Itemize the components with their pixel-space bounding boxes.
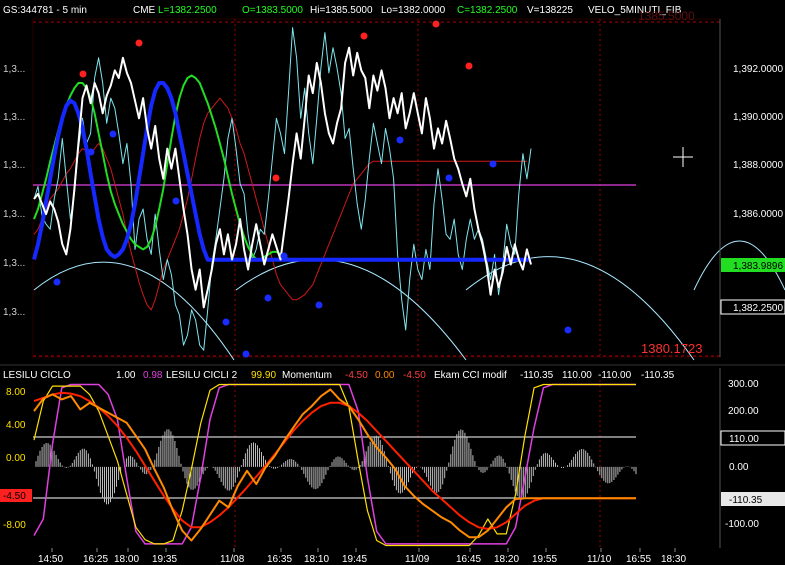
- signal-dot: [489, 160, 497, 168]
- study1-name: LESILU CICLO: [3, 370, 71, 381]
- time-tick-label: 14:50: [38, 554, 63, 565]
- osc-left-tick: 4.00: [6, 420, 26, 431]
- signal-dot: [445, 174, 453, 182]
- osc-left-tick: 8.00: [6, 387, 26, 398]
- time-tick-label: 19:45: [342, 554, 367, 565]
- cci-lower-label: -110.35: [729, 495, 763, 506]
- signal-dot: [135, 39, 143, 47]
- study3-value2: 0.00: [375, 370, 395, 381]
- cci-tick: 200.00: [728, 406, 759, 417]
- left-price-tick: 1,3...: [3, 64, 25, 75]
- time-tick-label: 16:35: [267, 554, 292, 565]
- price-tick: 1,390.0000: [733, 112, 783, 123]
- time-tick-label: 18:20: [494, 554, 519, 565]
- cci-tick: 0.00: [729, 462, 749, 473]
- signal-dot: [396, 136, 404, 144]
- last-value: L=1382.2500: [158, 5, 217, 16]
- instrument-label: GS:344781 - 5 min: [3, 5, 87, 16]
- signal-dot: [272, 174, 280, 182]
- cci-tick: -100.00: [725, 519, 759, 530]
- time-tick-label: 11/09: [405, 554, 430, 565]
- study4-value2: 110.00: [562, 370, 592, 381]
- study4-name: Ekam CCI modif: [434, 370, 507, 381]
- study3-value3: -4.50: [403, 370, 426, 381]
- exchange-label: CME: [133, 5, 156, 16]
- study4-value3: -110.00: [598, 370, 632, 381]
- low-value: Lo=1382.0000: [381, 5, 446, 16]
- osc-left-tick: -8.00: [3, 520, 26, 531]
- time-tick-label: 18:00: [114, 554, 139, 565]
- time-tick-label: 19:55: [532, 554, 557, 565]
- last-price-label: 1,382.2500: [733, 303, 783, 314]
- study1-value: 1.00: [116, 370, 136, 381]
- signal-dot: [53, 278, 61, 286]
- left-price-tick: 1,3...: [3, 258, 25, 269]
- signal-dot: [222, 318, 230, 326]
- left-price-tick: 1,3...: [3, 307, 25, 318]
- left-price-tick: 1,3...: [3, 160, 25, 171]
- signal-dot: [242, 350, 250, 358]
- cci-tick: 300.00: [728, 379, 759, 390]
- bottom-range-label: 1380.1723: [641, 341, 702, 356]
- time-tick-label: 19:35: [152, 554, 177, 565]
- high-value: Hi=1385.5000: [310, 5, 373, 16]
- momentum-badge-label: -4.50: [3, 491, 26, 502]
- study4-value1: -110.35: [520, 370, 554, 381]
- cci-upper-label: 110.00: [729, 434, 759, 445]
- trading-chart[interactable]: GS:344781 - 5 min CME L=1382.2500 O=1383…: [0, 0, 785, 565]
- price-tick: 1,392.0000: [733, 64, 783, 75]
- chart-background: [0, 0, 785, 565]
- volume-value: V=138225: [527, 5, 573, 16]
- signal-dot: [564, 326, 572, 334]
- time-tick-label: 16:25: [83, 554, 108, 565]
- signal-dot: [264, 294, 272, 302]
- time-tick-label: 16:55: [626, 554, 651, 565]
- price-tick: 1,386.0000: [733, 209, 783, 220]
- study3-value: -4.50: [345, 370, 368, 381]
- signal-dot: [465, 62, 473, 70]
- time-tick-label: 11/10: [587, 554, 612, 565]
- study1-value2: 0.98: [143, 370, 163, 381]
- close-value: C=1382.2500: [457, 5, 518, 16]
- signal-dot: [315, 301, 323, 309]
- signal-dot: [79, 70, 87, 78]
- time-tick-label: 11/08: [220, 554, 245, 565]
- signal-dot: [360, 32, 368, 40]
- time-tick-label: 18:30: [661, 554, 686, 565]
- open-value: O=1383.5000: [242, 5, 303, 16]
- faded-high-label: 1385.5000: [638, 9, 695, 23]
- study2-name: LESILU CICLI 2: [166, 370, 238, 381]
- signal-dot: [280, 252, 288, 260]
- left-price-tick: 1,3...: [3, 209, 25, 220]
- signal-dot: [432, 20, 440, 28]
- price-tick: 1,388.0000: [733, 160, 783, 171]
- signal-dot: [172, 197, 180, 205]
- time-tick-label: 16:45: [456, 554, 481, 565]
- ma-value-label: 1,383.9896: [733, 261, 783, 272]
- study4-value4: -110.35: [641, 370, 675, 381]
- osc-left-tick: 0.00: [6, 453, 26, 464]
- time-tick-label: 18:10: [304, 554, 329, 565]
- left-price-tick: 1,3...: [3, 112, 25, 123]
- signal-dot: [109, 130, 117, 138]
- study2-value: 99.90: [251, 370, 276, 381]
- study3-name: Momentum: [282, 370, 332, 381]
- signal-dot: [87, 148, 95, 156]
